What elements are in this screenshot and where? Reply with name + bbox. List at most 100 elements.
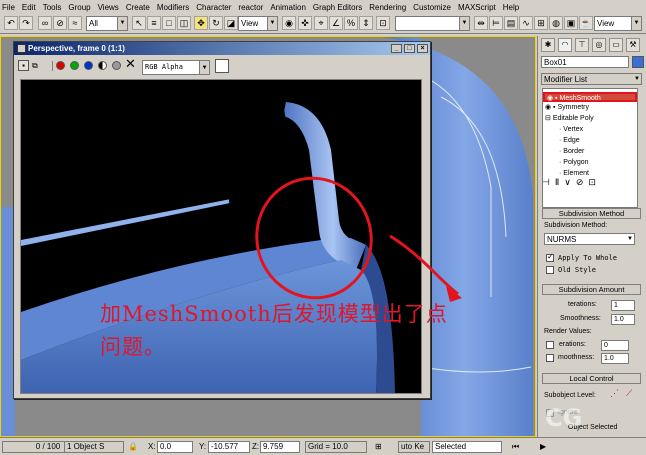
- stack-item-symmetry[interactable]: ◉ ▪ Symmetry: [545, 103, 589, 113]
- menu-help[interactable]: Help: [503, 3, 519, 12]
- window-crossing-icon[interactable]: ◫: [177, 16, 191, 30]
- time-config-icon[interactable]: ⊞: [375, 442, 382, 451]
- clone-window-icon[interactable]: ⧉: [32, 60, 45, 71]
- stack-item-editable-poly[interactable]: ⊟ Editable Poly: [545, 114, 594, 124]
- configure-sets-icon[interactable]: ⊡: [588, 177, 596, 189]
- key-filter-dropdown[interactable]: Selected: [432, 441, 502, 453]
- menu-rendering[interactable]: Rendering: [369, 3, 406, 12]
- pivot-center-icon[interactable]: ◉: [282, 16, 296, 30]
- motion-tab-icon[interactable]: ◎: [592, 38, 606, 52]
- apply-to-whole-checkbox[interactable]: ✓: [546, 252, 554, 262]
- undo-icon[interactable]: ↶: [4, 16, 18, 30]
- stack-item-edge[interactable]: · Edge: [559, 136, 580, 146]
- menu-edit[interactable]: Edit: [22, 3, 36, 12]
- maximize-button[interactable]: □: [404, 44, 415, 53]
- named-selection-icon[interactable]: ⊡: [376, 16, 390, 30]
- utilities-tab-icon[interactable]: ⚒: [626, 38, 640, 52]
- alpha-channel-icon[interactable]: [98, 61, 107, 70]
- play-icon[interactable]: ▶: [540, 442, 546, 451]
- schematic-view-icon[interactable]: ⊞: [534, 16, 548, 30]
- edge-level-icon[interactable]: ⟋: [626, 388, 632, 399]
- render-type-dropdown[interactable]: View ▼: [594, 16, 642, 31]
- snap-toggle-icon[interactable]: ⌖: [314, 16, 328, 30]
- menu-group[interactable]: Group: [68, 3, 90, 12]
- modifier-stack[interactable]: ◉ ▪ MeshSmooth ◉ ▪ Symmetry ⊟ Editable P…: [542, 88, 638, 208]
- create-tab-icon[interactable]: ✱: [541, 38, 555, 52]
- pin-stack-icon[interactable]: ⊣: [542, 177, 550, 189]
- mirror-icon[interactable]: ⇹: [474, 16, 488, 30]
- object-color-swatch[interactable]: [632, 56, 644, 68]
- remove-modifier-icon[interactable]: ⊘: [576, 177, 584, 189]
- red-channel-icon[interactable]: [56, 61, 65, 70]
- select-manipulate-icon[interactable]: ✜: [298, 16, 312, 30]
- percent-snap-icon[interactable]: %: [344, 16, 358, 30]
- menu-create[interactable]: Create: [126, 3, 150, 12]
- render-window-titlebar[interactable]: Perspective, frame 0 (1:1) _ □ ×: [14, 42, 430, 55]
- subdivision-method-rollout[interactable]: Subdivision Method: [542, 208, 641, 219]
- x-coordinate-field[interactable]: 0.0: [157, 441, 193, 453]
- iterations-spinner[interactable]: 1: [611, 300, 635, 311]
- display-tab-icon[interactable]: ▭: [609, 38, 623, 52]
- render-smoothness-checkbox[interactable]: [546, 354, 554, 362]
- unlink-icon[interactable]: ⊘: [53, 16, 67, 30]
- region-select-icon[interactable]: □: [162, 16, 176, 30]
- select-by-name-icon[interactable]: ≡: [147, 16, 161, 30]
- render-scene-icon[interactable]: ▣: [564, 16, 578, 30]
- y-coordinate-field[interactable]: -10.577: [208, 441, 250, 453]
- color-swatch[interactable]: [215, 59, 229, 73]
- menu-character[interactable]: Character: [196, 3, 231, 12]
- stack-item-meshsmooth[interactable]: ◉ ▪ MeshSmooth: [543, 92, 637, 102]
- layer-manager-icon[interactable]: ▤: [504, 16, 518, 30]
- menu-animation[interactable]: Animation: [270, 3, 306, 12]
- subdivision-method-dropdown[interactable]: NURMS ▼: [544, 233, 635, 245]
- local-control-rollout[interactable]: Local Control: [542, 373, 641, 384]
- spinner-snap-icon[interactable]: ⇕: [359, 16, 373, 30]
- modify-tab-icon[interactable]: ◠: [558, 38, 572, 52]
- menu-maxscript[interactable]: MAXScript: [458, 3, 496, 12]
- close-button[interactable]: ×: [417, 44, 428, 53]
- select-object-icon[interactable]: ↖: [132, 16, 146, 30]
- menu-reactor[interactable]: reactor: [238, 3, 263, 12]
- subdivision-amount-rollout[interactable]: Subdivision Amount: [542, 284, 641, 295]
- named-selection-sets-dropdown[interactable]: ▼: [395, 16, 470, 31]
- channel-display-dropdown[interactable]: RGB Alpha ▼: [142, 60, 210, 75]
- make-unique-icon[interactable]: ∨: [564, 177, 571, 189]
- z-coordinate-field[interactable]: 9.759: [260, 441, 300, 453]
- save-bitmap-icon[interactable]: ▪: [18, 60, 29, 71]
- menu-tools[interactable]: Tools: [43, 3, 62, 12]
- green-channel-icon[interactable]: [70, 61, 79, 70]
- selection-filter-dropdown[interactable]: All ▼: [86, 16, 128, 31]
- bind-space-warp-icon[interactable]: ≈: [68, 16, 82, 30]
- menu-customize[interactable]: Customize: [413, 3, 451, 12]
- stack-item-border[interactable]: · Border: [559, 147, 584, 157]
- minimize-button[interactable]: _: [391, 44, 402, 53]
- menu-graph-editors[interactable]: Graph Editors: [313, 3, 362, 12]
- render-smoothness-spinner[interactable]: 1.0: [601, 353, 629, 364]
- old-style-checkbox[interactable]: [546, 266, 554, 274]
- show-end-result-icon[interactable]: Ⅱ: [555, 177, 559, 189]
- smoothness-spinner[interactable]: 1.0: [611, 314, 635, 325]
- align-icon[interactable]: ⊨: [489, 16, 503, 30]
- menu-modifiers[interactable]: Modifiers: [157, 3, 189, 12]
- select-scale-icon[interactable]: ◪: [224, 16, 238, 30]
- curve-editor-icon[interactable]: ∿: [519, 16, 533, 30]
- auto-key-button[interactable]: uto Ke: [398, 441, 430, 453]
- material-editor-icon[interactable]: ◍: [549, 16, 563, 30]
- menu-file[interactable]: File: [2, 3, 15, 12]
- goto-start-icon[interactable]: ⏮: [512, 442, 519, 452]
- select-move-icon[interactable]: ✥: [194, 16, 208, 30]
- reference-coordinate-dropdown[interactable]: View ▼: [238, 16, 278, 31]
- select-rotate-icon[interactable]: ↻: [209, 16, 223, 30]
- render-iterations-spinner[interactable]: 0: [601, 340, 629, 351]
- angle-snap-icon[interactable]: ∠: [329, 16, 343, 30]
- quick-render-icon[interactable]: ☕: [579, 16, 593, 30]
- link-icon[interactable]: ∞: [38, 16, 52, 30]
- clear-icon[interactable]: ✕: [125, 57, 136, 72]
- menu-views[interactable]: Views: [98, 3, 119, 12]
- stack-item-polygon[interactable]: · Polygon: [559, 158, 589, 168]
- hierarchy-tab-icon[interactable]: ⊤: [575, 38, 589, 52]
- render-iterations-checkbox[interactable]: [546, 341, 554, 349]
- monochrome-icon[interactable]: [112, 61, 121, 70]
- blue-channel-icon[interactable]: [84, 61, 93, 70]
- object-name-field[interactable]: Box01: [541, 56, 629, 68]
